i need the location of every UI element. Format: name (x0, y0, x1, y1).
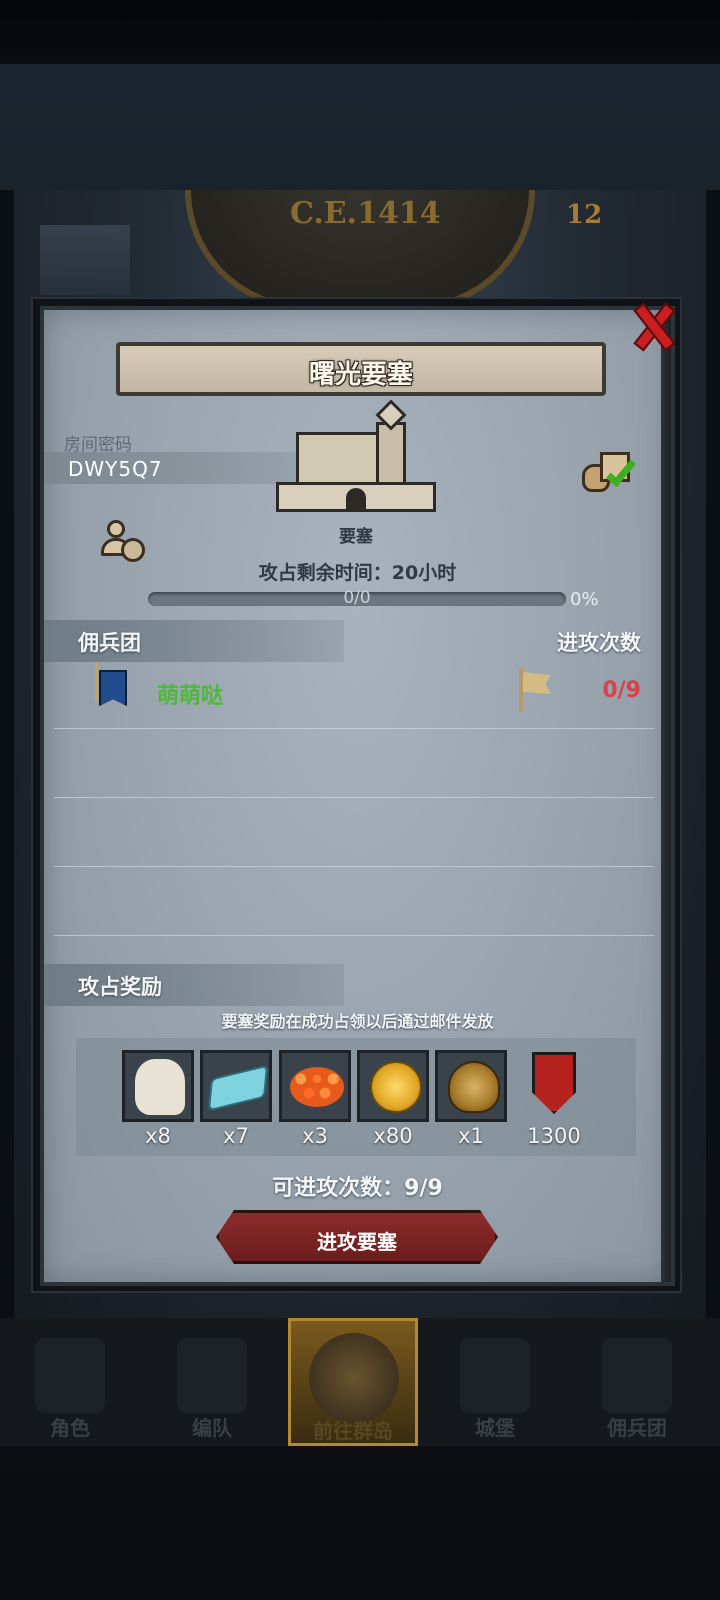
rewards-header: 攻占奖励 (78, 975, 162, 999)
castle-icon (460, 1338, 530, 1413)
row-divider (54, 797, 654, 798)
reward-qty: x80 (373, 1124, 413, 1148)
dialog-title: 曙光要塞 (308, 360, 413, 390)
bottom-nav: 角色 编队 前往群岛 城堡 佣兵团 (0, 1318, 720, 1446)
progress-percent: 0% (570, 589, 599, 610)
nav-label: 佣兵团 (607, 1416, 667, 1440)
nav-item-mercenary[interactable]: 佣兵团 (572, 1318, 702, 1446)
mercenary-icon (602, 1338, 672, 1413)
mercenary-header: 佣兵团 (78, 631, 141, 655)
nav-label: 编队 (192, 1416, 232, 1440)
row-divider (54, 866, 654, 867)
knight-icon (177, 1338, 247, 1413)
shield-icon (532, 1052, 576, 1114)
reward-qty: 1300 (527, 1124, 581, 1148)
close-icon[interactable] (626, 299, 676, 349)
reward-qty: x1 (458, 1124, 484, 1148)
guild-name[interactable]: 萌萌哒 (157, 678, 223, 710)
guild-banner-icon (91, 662, 129, 708)
attack-fortress-button[interactable]: 进攻要塞 (216, 1210, 498, 1264)
nav-label: 前往群岛 (313, 1419, 393, 1443)
nav-label: 角色 (50, 1416, 90, 1440)
horse-icon (135, 1059, 185, 1115)
guild-attack-count: 0/9 (602, 678, 641, 703)
reward-item[interactable]: 1300 (518, 1050, 590, 1148)
attacks-header: 进攻次数 (557, 631, 641, 655)
reward-qty: x8 (145, 1124, 171, 1148)
nav-item-formation[interactable]: 编队 (147, 1318, 277, 1446)
character-icon (35, 1338, 105, 1413)
title-banner: 曙光要塞 (116, 342, 606, 396)
reward-item[interactable]: x1 (435, 1050, 507, 1148)
dialog-panel: 曙光要塞 房间密码 DWY5Q7 要塞 攻占剩余时间：20小时 0/0 0% 佣… (40, 306, 675, 1286)
reward-qty: x7 (223, 1124, 249, 1148)
row-divider (54, 728, 654, 729)
fortress-name: 要塞 (339, 527, 373, 547)
reward-item[interactable]: x3 (279, 1050, 351, 1148)
cloth-icon (207, 1064, 269, 1112)
reward-item[interactable]: x8 (122, 1050, 194, 1148)
gold-coin-icon (370, 1061, 422, 1113)
panel-edge (661, 310, 671, 1282)
nav-item-castle[interactable]: 城堡 (430, 1318, 560, 1446)
attack-button-label: 进攻要塞 (317, 1230, 397, 1254)
reward-bags-icon[interactable] (578, 450, 638, 494)
helmet-icon (448, 1061, 500, 1113)
roe-icon (290, 1067, 344, 1107)
row-divider (54, 935, 654, 936)
nav-item-character[interactable]: 角色 (5, 1318, 135, 1446)
progress-value: 0/0 (343, 588, 371, 608)
reward-item[interactable]: x7 (200, 1050, 272, 1148)
nav-item-islands[interactable]: 前往群岛 (288, 1318, 418, 1446)
reward-qty: x3 (302, 1124, 328, 1148)
time-remaining: 攻占剩余时间：20小时 (258, 562, 457, 584)
nav-label: 城堡 (475, 1416, 515, 1440)
rewards-note: 要塞奖励在成功占领以后通过邮件发放 (221, 1012, 494, 1031)
attack-flag-icon (517, 668, 553, 712)
clock-number: 12 (566, 200, 603, 230)
room-code-value: DWY5Q7 (68, 457, 163, 481)
attacks-remaining: 可进攻次数：9/9 (272, 1176, 443, 1201)
year-label: C.E.1414 (290, 196, 441, 231)
castle-thumbnail (40, 225, 130, 295)
compass-icon (309, 1333, 399, 1423)
fortress-icon (276, 399, 438, 516)
fortress-dialog: 曙光要塞 房间密码 DWY5Q7 要塞 攻占剩余时间：20小时 0/0 0% 佣… (31, 297, 682, 1293)
reward-item[interactable]: x80 (357, 1050, 429, 1148)
